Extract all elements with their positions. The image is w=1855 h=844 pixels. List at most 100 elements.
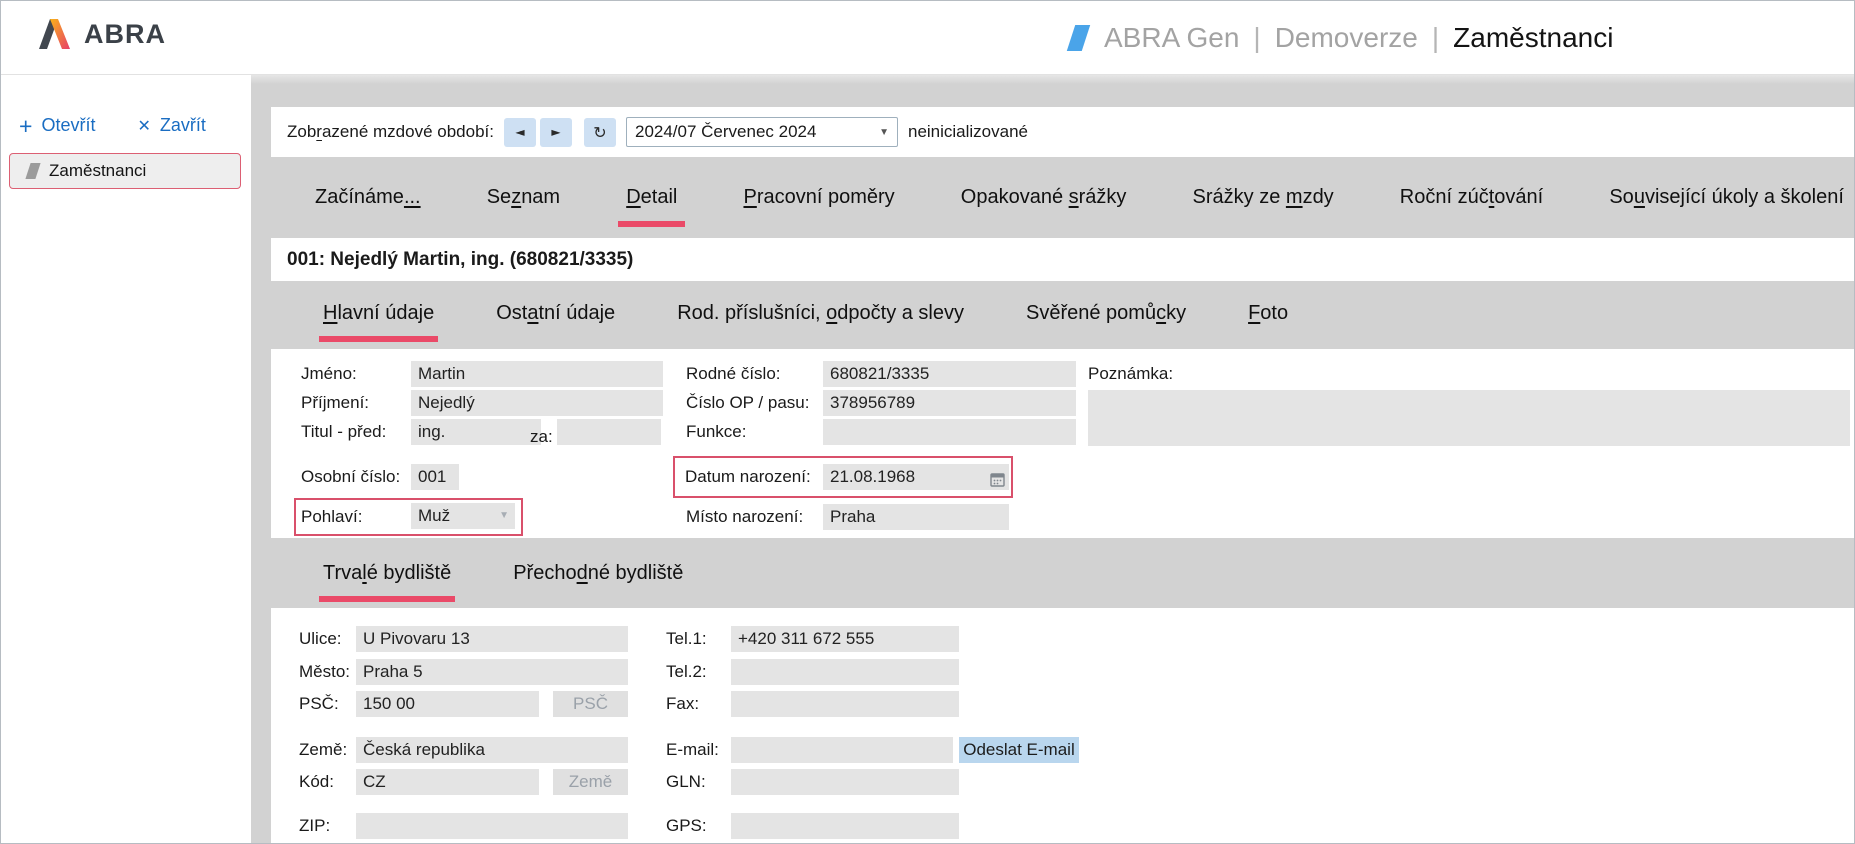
tel2-label: Tel.2: (666, 659, 707, 685)
period-select-value: 2024/07 Červenec 2024 (635, 122, 816, 142)
tab-detail[interactable]: Detail (626, 186, 677, 238)
kod-label: Kód: (299, 769, 334, 795)
psc-lookup-button[interactable]: PSČ (553, 691, 628, 717)
prijmeni-label: Příjmení: (301, 390, 369, 416)
tab-souvisejici-ukoly[interactable]: Související úkoly a školení (1609, 186, 1844, 238)
cislo-op-label: Číslo OP / pasu: (686, 390, 809, 416)
detail-tabs: Hlavní údaje Ostatní údaje Rod. příslušn… (271, 281, 1854, 349)
ulice-field[interactable]: U Pivovaru 13 (356, 626, 628, 652)
blue-slash-icon (1067, 25, 1090, 51)
datum-narozeni-field[interactable]: 21.08.1968 (823, 464, 1009, 490)
tab-foto[interactable]: Foto (1248, 302, 1288, 349)
tab-hlavni-udaje[interactable]: Hlavní údaje (323, 302, 434, 349)
tab-sverene-pomucky[interactable]: Svěřené pomůcky (1026, 302, 1186, 349)
chevron-down-icon: ▼ (879, 127, 889, 138)
jmeno-field[interactable]: Martin (411, 361, 663, 387)
tab-zaciname[interactable]: Začínáme... (315, 186, 421, 238)
pohlavi-label: Pohlaví: (301, 504, 362, 530)
abra-logo: ABRA (37, 17, 166, 51)
tel1-field[interactable]: +420 311 672 555 (731, 626, 959, 652)
refresh-period-button[interactable]: ↻ (584, 118, 616, 147)
funkce-field[interactable] (823, 419, 1076, 445)
chevron-down-icon: ▼ (499, 503, 509, 529)
rodne-cislo-field[interactable]: 680821/3335 (823, 361, 1076, 387)
mesto-field[interactable]: Praha 5 (356, 659, 628, 685)
poznamka-label: Poznámka: (1088, 361, 1173, 387)
zip-field[interactable] (356, 813, 628, 839)
datum-narozeni-value: 21.08.1968 (830, 467, 915, 486)
layout: + Otevřít ✕ Zavřít Zaměstnanci Zobrazené… (1, 75, 1854, 844)
abra-logo-mark (37, 17, 74, 51)
email-label: E-mail: (666, 737, 719, 763)
tab-opakovane-srazky[interactable]: Opakované srážky (961, 186, 1127, 238)
odeslat-email-button[interactable]: Odeslat E-mail (959, 737, 1079, 763)
period-label: Zobrazené mzdové období: (287, 122, 494, 142)
record-title: 001: Nejedlý Martin, ing. (680821/3335) (287, 249, 633, 271)
tab-rocni-zuctovani[interactable]: Roční zúčtování (1400, 186, 1543, 238)
zeme-label: Země: (299, 737, 347, 763)
main-tabs: Začínáme... Seznam Detail Pracovní poměr… (271, 157, 1854, 238)
close-button[interactable]: ✕ Zavřít (137, 115, 205, 136)
title-separator: | (1253, 22, 1260, 54)
close-button-label: Zavřít (160, 115, 206, 136)
rodne-cislo-label: Rodné číslo: (686, 361, 781, 387)
period-status: neinicializované (908, 122, 1028, 142)
datum-narozeni-label: Datum narození: (685, 464, 811, 490)
sidebar-actions: + Otevřít ✕ Zavřít (19, 115, 206, 136)
pohlavi-value: Muž (418, 506, 450, 525)
edition-name: Demoverze (1275, 22, 1418, 54)
cislo-op-field[interactable]: 378956789 (823, 390, 1076, 416)
calendar-icon[interactable] (990, 469, 1005, 490)
title-separator: | (1432, 22, 1439, 54)
misto-narozeni-field[interactable]: Praha (823, 504, 1009, 530)
close-icon: ✕ (137, 116, 150, 136)
record-header: 001: Nejedlý Martin, ing. (680821/3335) (271, 238, 1854, 281)
titul-pred-field[interactable]: ing. (411, 419, 541, 445)
app-window: ABRA ABRA Gen | Demoverze | Zaměstnanci … (0, 0, 1855, 844)
osobni-cislo-field[interactable]: 001 (411, 464, 459, 490)
next-period-button[interactable]: ► (540, 118, 572, 147)
email-field[interactable] (731, 737, 953, 763)
ulice-label: Ulice: (299, 626, 342, 652)
tab-ostatni-udaje[interactable]: Ostatní údaje (496, 302, 615, 349)
app-header: ABRA ABRA Gen | Demoverze | Zaměstnanci (1, 1, 1854, 75)
gps-field[interactable] (731, 813, 959, 839)
tab-rod-prislusnici[interactable]: Rod. příslušníci, odpočty a slevy (677, 302, 964, 349)
titul-za-field[interactable] (557, 419, 661, 445)
fax-label: Fax: (666, 691, 699, 717)
tab-prechodne-bydliste[interactable]: Přechodné bydliště (513, 562, 683, 608)
gps-label: GPS: (666, 813, 707, 839)
tab-seznam[interactable]: Seznam (487, 186, 560, 238)
zip-label: ZIP: (299, 813, 330, 839)
tab-trvale-bydliste[interactable]: Trvalé bydliště (323, 562, 451, 608)
main-area: Zobrazené mzdové období: ◄ ► ↻ 2024/07 Č… (251, 75, 1854, 844)
kod-field[interactable]: CZ (356, 769, 539, 795)
prijmeni-field[interactable]: Nejedlý (411, 390, 663, 416)
open-button[interactable]: + Otevřít (19, 115, 95, 136)
poznamka-field[interactable] (1088, 390, 1850, 446)
open-button-label: Otevřít (41, 115, 95, 136)
titul-pred-label: Titul - před: (301, 419, 386, 445)
module-slash-icon (25, 163, 40, 179)
psc-label: PSČ: (299, 691, 339, 717)
gln-label: GLN: (666, 769, 706, 795)
fax-field[interactable] (731, 691, 959, 717)
address-form: Ulice: U Pivovaru 13 Město: Praha 5 PSČ:… (271, 608, 1854, 844)
funkce-label: Funkce: (686, 419, 746, 445)
plus-icon: + (19, 117, 32, 135)
period-select[interactable]: 2024/07 Červenec 2024 ▼ (626, 117, 898, 147)
zeme-field[interactable]: Česká republika (356, 737, 628, 763)
gln-field[interactable] (731, 769, 959, 795)
tab-srazky-ze-mzdy[interactable]: Srážky ze mzdy (1193, 186, 1334, 238)
tab-pracovni-pomery[interactable]: Pracovní poměry (743, 186, 894, 238)
zeme-lookup-button[interactable]: Země (553, 769, 628, 795)
tel2-field[interactable] (731, 659, 959, 685)
pohlavi-select[interactable]: Muž ▼ (411, 503, 515, 529)
sidebar-item-zamestnanci[interactable]: Zaměstnanci (9, 153, 241, 189)
psc-field[interactable]: 150 00 (356, 691, 539, 717)
osobni-cislo-label: Osobní číslo: (301, 464, 400, 490)
prev-period-button[interactable]: ◄ (504, 118, 536, 147)
address-tabs: Trvalé bydliště Přechodné bydliště (271, 538, 1854, 608)
sidebar-item-label: Zaměstnanci (49, 161, 146, 181)
misto-narozeni-label: Místo narození: (686, 504, 803, 530)
